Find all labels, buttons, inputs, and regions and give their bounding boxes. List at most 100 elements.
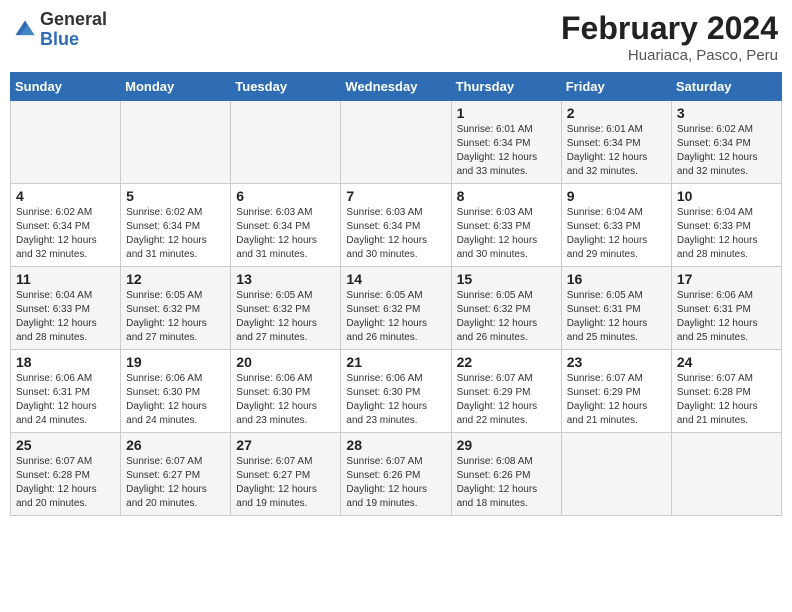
day-info-line: Sunrise: 6:01 AM bbox=[567, 123, 666, 137]
day-info-line: and 25 minutes. bbox=[567, 331, 666, 345]
calendar-cell: 11Sunrise: 6:04 AMSunset: 6:33 PMDayligh… bbox=[11, 267, 121, 350]
day-number: 9 bbox=[567, 188, 666, 204]
day-number: 27 bbox=[236, 437, 335, 453]
calendar-cell: 10Sunrise: 6:04 AMSunset: 6:33 PMDayligh… bbox=[671, 184, 781, 267]
day-number: 19 bbox=[126, 354, 225, 370]
day-info-line: Sunrise: 6:07 AM bbox=[567, 372, 666, 386]
day-info-line: Sunset: 6:30 PM bbox=[126, 386, 225, 400]
calendar-cell: 16Sunrise: 6:05 AMSunset: 6:31 PMDayligh… bbox=[561, 267, 671, 350]
day-number: 4 bbox=[16, 188, 115, 204]
day-info-line: and 20 minutes. bbox=[16, 497, 115, 511]
calendar-week-1: 1Sunrise: 6:01 AMSunset: 6:34 PMDaylight… bbox=[11, 101, 782, 184]
calendar-cell: 28Sunrise: 6:07 AMSunset: 6:26 PMDayligh… bbox=[341, 433, 451, 516]
day-info-line: Sunrise: 6:06 AM bbox=[346, 372, 445, 386]
day-info-line: Sunset: 6:33 PM bbox=[16, 303, 115, 317]
day-info-line: and 32 minutes. bbox=[567, 165, 666, 179]
day-number: 6 bbox=[236, 188, 335, 204]
calendar-cell: 21Sunrise: 6:06 AMSunset: 6:30 PMDayligh… bbox=[341, 350, 451, 433]
calendar-cell: 14Sunrise: 6:05 AMSunset: 6:32 PMDayligh… bbox=[341, 267, 451, 350]
day-info-line: and 19 minutes. bbox=[346, 497, 445, 511]
calendar-cell bbox=[231, 101, 341, 184]
calendar-cell: 23Sunrise: 6:07 AMSunset: 6:29 PMDayligh… bbox=[561, 350, 671, 433]
day-info-line: Daylight: 12 hours bbox=[126, 317, 225, 331]
day-info-line: Sunrise: 6:06 AM bbox=[236, 372, 335, 386]
title-area: February 2024 Huariaca, Pasco, Peru bbox=[561, 10, 778, 64]
day-info-line: Sunset: 6:29 PM bbox=[567, 386, 666, 400]
day-info-line: Sunrise: 6:07 AM bbox=[677, 372, 776, 386]
day-info-line: Daylight: 12 hours bbox=[236, 483, 335, 497]
calendar-cell: 27Sunrise: 6:07 AMSunset: 6:27 PMDayligh… bbox=[231, 433, 341, 516]
day-number: 28 bbox=[346, 437, 445, 453]
day-number: 1 bbox=[457, 105, 556, 121]
day-info-line: Sunset: 6:33 PM bbox=[567, 220, 666, 234]
weekday-header-friday: Friday bbox=[561, 73, 671, 101]
day-info-line: Sunset: 6:32 PM bbox=[346, 303, 445, 317]
calendar-title: February 2024 bbox=[561, 10, 778, 47]
day-info-line: Sunset: 6:29 PM bbox=[457, 386, 556, 400]
calendar-cell: 13Sunrise: 6:05 AMSunset: 6:32 PMDayligh… bbox=[231, 267, 341, 350]
calendar-cell bbox=[121, 101, 231, 184]
day-info-line: Sunset: 6:34 PM bbox=[236, 220, 335, 234]
day-info-line: Sunset: 6:28 PM bbox=[677, 386, 776, 400]
day-number: 16 bbox=[567, 271, 666, 287]
weekday-header-tuesday: Tuesday bbox=[231, 73, 341, 101]
calendar-cell bbox=[561, 433, 671, 516]
day-info-line: and 24 minutes. bbox=[16, 414, 115, 428]
day-info-line: Sunset: 6:30 PM bbox=[236, 386, 335, 400]
calendar-cell: 6Sunrise: 6:03 AMSunset: 6:34 PMDaylight… bbox=[231, 184, 341, 267]
calendar-week-2: 4Sunrise: 6:02 AMSunset: 6:34 PMDaylight… bbox=[11, 184, 782, 267]
day-info-line: Sunrise: 6:07 AM bbox=[236, 455, 335, 469]
day-info-line: Sunrise: 6:06 AM bbox=[126, 372, 225, 386]
day-info-line: Sunset: 6:32 PM bbox=[457, 303, 556, 317]
day-info-line: Sunrise: 6:07 AM bbox=[346, 455, 445, 469]
calendar-cell: 24Sunrise: 6:07 AMSunset: 6:28 PMDayligh… bbox=[671, 350, 781, 433]
calendar-cell: 20Sunrise: 6:06 AMSunset: 6:30 PMDayligh… bbox=[231, 350, 341, 433]
day-info-line: and 21 minutes. bbox=[677, 414, 776, 428]
logo: General Blue bbox=[14, 10, 107, 50]
day-number: 14 bbox=[346, 271, 445, 287]
day-info-line: and 31 minutes. bbox=[236, 248, 335, 262]
calendar-subtitle: Huariaca, Pasco, Peru bbox=[561, 47, 778, 64]
day-info-line: Sunset: 6:28 PM bbox=[16, 469, 115, 483]
day-info-line: and 32 minutes. bbox=[677, 165, 776, 179]
day-number: 13 bbox=[236, 271, 335, 287]
day-info-line: and 24 minutes. bbox=[126, 414, 225, 428]
day-info-line: Sunrise: 6:07 AM bbox=[126, 455, 225, 469]
day-info-line: and 19 minutes. bbox=[236, 497, 335, 511]
day-number: 10 bbox=[677, 188, 776, 204]
day-info-line: and 27 minutes. bbox=[236, 331, 335, 345]
day-info-line: Daylight: 12 hours bbox=[16, 400, 115, 414]
day-info-line: Daylight: 12 hours bbox=[126, 483, 225, 497]
weekday-header-wednesday: Wednesday bbox=[341, 73, 451, 101]
calendar-table: SundayMondayTuesdayWednesdayThursdayFrid… bbox=[10, 72, 782, 516]
day-info-line: Daylight: 12 hours bbox=[677, 317, 776, 331]
calendar-cell bbox=[671, 433, 781, 516]
logo-text: General Blue bbox=[40, 10, 107, 50]
day-info-line: Daylight: 12 hours bbox=[126, 234, 225, 248]
day-info-line: Daylight: 12 hours bbox=[567, 151, 666, 165]
calendar-cell: 26Sunrise: 6:07 AMSunset: 6:27 PMDayligh… bbox=[121, 433, 231, 516]
day-info-line: and 28 minutes. bbox=[16, 331, 115, 345]
weekday-header-sunday: Sunday bbox=[11, 73, 121, 101]
day-info-line: Daylight: 12 hours bbox=[567, 400, 666, 414]
day-info-line: Sunrise: 6:02 AM bbox=[677, 123, 776, 137]
calendar-cell bbox=[11, 101, 121, 184]
day-info-line: Daylight: 12 hours bbox=[457, 151, 556, 165]
day-info-line: Sunrise: 6:04 AM bbox=[677, 206, 776, 220]
day-info-line: Sunset: 6:34 PM bbox=[126, 220, 225, 234]
calendar-week-4: 18Sunrise: 6:06 AMSunset: 6:31 PMDayligh… bbox=[11, 350, 782, 433]
header: General Blue February 2024 Huariaca, Pas… bbox=[10, 10, 782, 64]
day-number: 20 bbox=[236, 354, 335, 370]
day-info-line: Sunrise: 6:05 AM bbox=[236, 289, 335, 303]
day-info-line: and 23 minutes. bbox=[236, 414, 335, 428]
day-number: 2 bbox=[567, 105, 666, 121]
day-info-line: Sunset: 6:33 PM bbox=[457, 220, 556, 234]
calendar-cell: 25Sunrise: 6:07 AMSunset: 6:28 PMDayligh… bbox=[11, 433, 121, 516]
day-info-line: and 30 minutes. bbox=[457, 248, 556, 262]
calendar-cell: 5Sunrise: 6:02 AMSunset: 6:34 PMDaylight… bbox=[121, 184, 231, 267]
day-number: 18 bbox=[16, 354, 115, 370]
day-info-line: and 29 minutes. bbox=[567, 248, 666, 262]
calendar-cell bbox=[341, 101, 451, 184]
day-info-line: Sunrise: 6:05 AM bbox=[126, 289, 225, 303]
day-info-line: Daylight: 12 hours bbox=[126, 400, 225, 414]
